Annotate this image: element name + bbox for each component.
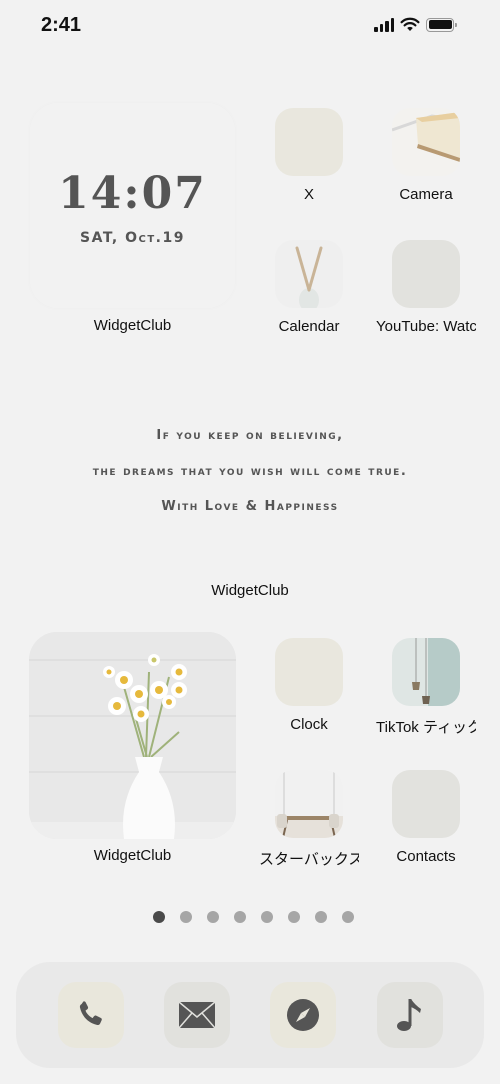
contacts-app-icon: [392, 770, 460, 838]
app-tiktok[interactable]: TikTok ティック: [376, 638, 476, 737]
quote-line: If you keep on believing,: [156, 428, 344, 443]
page-dot[interactable]: [207, 911, 219, 923]
app-label: X: [303, 186, 314, 203]
tiktok-app-icon: [392, 638, 460, 706]
photo-widget[interactable]: [29, 632, 236, 839]
app-calendar[interactable]: Calendar: [264, 240, 354, 335]
app-label: Camera: [399, 186, 453, 203]
phone-icon: [79, 1001, 102, 1026]
app-label: スターバックス: [259, 851, 359, 868]
photo-widget-label: WidgetClub: [93, 847, 172, 864]
x-app-icon: [275, 108, 343, 176]
page-indicator[interactable]: [153, 911, 354, 923]
clock-date: SAT, Oct.19: [80, 230, 185, 246]
app-label: Calendar: [278, 318, 340, 335]
app-label: YouTube: Watch: [376, 318, 476, 335]
app-label: TikTok ティック: [376, 719, 476, 736]
clock-widget-label: WidgetClub: [93, 317, 172, 334]
music-note-icon: [397, 999, 421, 1031]
dock-phone[interactable]: [58, 982, 124, 1048]
dock: [16, 962, 484, 1068]
app-x[interactable]: X: [264, 108, 354, 203]
app-clock[interactable]: Clock: [264, 638, 354, 733]
dock-music[interactable]: [377, 982, 443, 1048]
page-dot[interactable]: [342, 911, 354, 923]
app-label: Clock: [290, 716, 328, 733]
quote-line: the dreams that you wish will come true.: [92, 464, 408, 479]
clock-app-icon: [275, 638, 343, 706]
page-dot[interactable]: [153, 911, 165, 923]
youtube-app-icon: [392, 240, 460, 308]
compass-icon: [287, 999, 319, 1031]
clock-widget[interactable]: 14:07 SAT, Oct.19: [30, 103, 235, 308]
battery-icon: [426, 17, 457, 32]
page-dot[interactable]: [288, 911, 300, 923]
clock-time: 14:07: [58, 168, 207, 219]
page-dot[interactable]: [180, 911, 192, 923]
quote-widget-label: WidgetClub: [211, 582, 289, 599]
app-starbucks[interactable]: スターバックス: [259, 770, 359, 869]
app-contacts[interactable]: Contacts: [381, 770, 471, 865]
daisies-vase-image: [29, 632, 236, 839]
starbucks-app-icon: [275, 770, 343, 838]
dock-safari[interactable]: [270, 982, 336, 1048]
cellular-signal-icon: [374, 17, 394, 32]
app-youtube[interactable]: YouTube: Watch: [376, 240, 476, 335]
mail-icon: [178, 1001, 216, 1029]
status-icons: [374, 17, 457, 32]
status-bar: 2:41: [0, 0, 500, 54]
quote-widget[interactable]: If you keep on believing, the dreams tha…: [30, 370, 470, 575]
app-label: Contacts: [396, 848, 456, 865]
quote-line: With Love & Happiness: [161, 499, 339, 514]
calendar-app-icon: [275, 240, 343, 308]
page-dot[interactable]: [234, 911, 246, 923]
status-time: 2:41: [41, 14, 82, 36]
app-camera[interactable]: Camera: [381, 108, 471, 203]
camera-app-icon: [392, 108, 460, 176]
page-dot[interactable]: [261, 911, 273, 923]
page-dot[interactable]: [315, 911, 327, 923]
wifi-icon: [400, 17, 420, 31]
dock-mail[interactable]: [164, 982, 230, 1048]
